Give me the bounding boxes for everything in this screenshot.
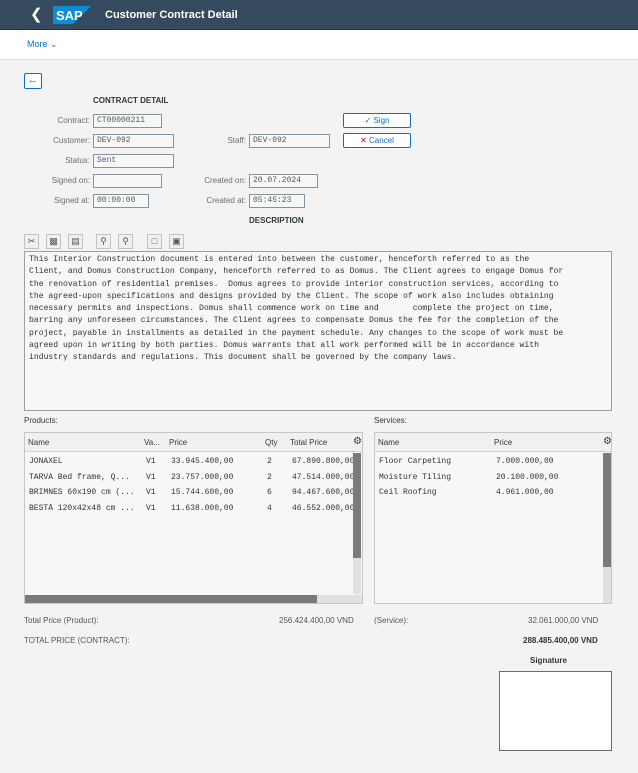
undo-icon[interactable]: □: [147, 234, 162, 249]
product-row-1-total: 47.514.000,00: [292, 473, 353, 482]
product-row-3-name: BESTÅ 120x42x48 cm ...: [29, 504, 135, 513]
col-variant[interactable]: Va...: [144, 438, 160, 447]
more-menu[interactable]: More ⌄: [27, 39, 58, 50]
total-service-value: 32.061.000,00 VND: [528, 616, 599, 625]
arrow-left-icon: ←: [27, 74, 39, 86]
product-row-2-price: 15.744.600,00: [171, 488, 234, 497]
cancel-button[interactable]: ✕ Cancel: [343, 133, 411, 148]
services-table-header: Name Price ⚙: [375, 433, 611, 452]
more-label: More: [27, 39, 48, 49]
description-textarea[interactable]: This Interior Construction document is e…: [24, 251, 612, 411]
product-row-2-total: 94.467.600,00: [292, 488, 353, 497]
svg-text:SAP: SAP: [56, 8, 83, 23]
staff-field[interactable]: DEV-092: [249, 134, 330, 148]
product-row-2-qty: 6: [267, 488, 272, 497]
customer-field[interactable]: DEV-092: [93, 134, 174, 148]
back-chevron-icon[interactable]: ❮: [30, 7, 43, 23]
services-table: Name Price ⚙ Floor Carpeting 7.000.000,0…: [374, 432, 612, 604]
paste-icon[interactable]: ▤: [68, 234, 83, 249]
product-row-1-name: TARVA Bed frame, Q...: [29, 473, 130, 482]
created-on-label: Created on:: [204, 176, 246, 185]
products-title: Products:: [24, 416, 58, 425]
created-at-field[interactable]: 05:45:23: [249, 194, 305, 208]
signed-at-label: Signed at:: [53, 196, 90, 205]
services-settings-gear-icon[interactable]: ⚙: [603, 436, 611, 447]
chevron-down-icon: ⌄: [50, 39, 58, 49]
signed-at-field[interactable]: 00:00:00: [93, 194, 149, 208]
products-table-header: Name Va... Price Qty Total Price ⚙: [25, 433, 362, 452]
redo-icon[interactable]: ▣: [169, 234, 184, 249]
product-row-3-price: 11.638.000,00: [171, 504, 234, 513]
services-title: Services:: [374, 416, 407, 425]
search-next-icon[interactable]: ⚲: [118, 234, 133, 249]
copy-icon[interactable]: ▩: [46, 234, 61, 249]
service-row-1-name: Moisture Tiling: [379, 473, 452, 482]
signature-label: Signature: [530, 656, 567, 665]
total-service-label: (Service):: [374, 616, 409, 625]
sub-header: More ⌄: [0, 30, 638, 60]
product-row-3-variant: V1: [146, 504, 156, 513]
sign-button-label: Sign: [373, 116, 390, 125]
sign-button[interactable]: ✓ Sign: [343, 113, 411, 128]
total-product-label: Total Price (Product):: [24, 616, 99, 625]
staff-label: Staff:: [227, 136, 246, 145]
col-qty[interactable]: Qty: [265, 438, 277, 447]
product-row-0-variant: V1: [146, 457, 156, 466]
shell-bar: ❮ SAP Customer Contract Detail: [0, 0, 638, 30]
product-row-3-qty: 4: [267, 504, 272, 513]
status-label: Status:: [65, 156, 90, 165]
products-vertical-scroll-thumb[interactable]: [353, 453, 361, 558]
col-service-name[interactable]: Name: [378, 438, 399, 447]
product-row-1-variant: V1: [146, 473, 156, 482]
service-row-1-price: 20.100.000,00: [496, 473, 559, 482]
col-service-price[interactable]: Price: [494, 438, 512, 447]
table-settings-gear-icon[interactable]: ⚙: [353, 436, 362, 447]
products-table: Name Va... Price Qty Total Price ⚙ JONAX…: [24, 432, 363, 604]
page-title: Customer Contract Detail: [105, 9, 238, 21]
customer-label: Customer:: [53, 136, 90, 145]
total-product-value: 256.424.400,00 VND: [279, 616, 354, 625]
col-total-price[interactable]: Total Price: [290, 438, 327, 447]
description-title: DESCRIPTION: [249, 216, 304, 225]
status-field[interactable]: Sent: [93, 154, 174, 168]
cancel-button-label: Cancel: [369, 136, 394, 145]
services-vertical-scrollbar[interactable]: [603, 453, 611, 603]
contract-field[interactable]: CT00000211: [93, 114, 162, 128]
products-vertical-scrollbar[interactable]: [353, 453, 361, 594]
contract-label: Contract:: [57, 116, 90, 125]
col-price[interactable]: Price: [169, 438, 187, 447]
check-icon: ✓: [364, 116, 372, 125]
created-at-label: Created at:: [206, 196, 246, 205]
service-row-0-name: Floor Carpeting: [379, 457, 452, 466]
search-icon[interactable]: ⚲: [96, 234, 111, 249]
service-row-2-name: Ceil Roofing: [379, 488, 437, 497]
product-row-0-price: 33.945.400,00: [171, 457, 234, 466]
products-horizontal-scrollbar[interactable]: [25, 595, 362, 603]
products-horizontal-scroll-thumb[interactable]: [25, 595, 317, 603]
service-row-0-price: 7.000.000,00: [496, 457, 554, 466]
product-row-0-name: JONAXEL: [29, 457, 63, 466]
section-title: CONTRACT DETAIL: [93, 96, 169, 105]
product-row-1-price: 23.757.000,00: [171, 473, 234, 482]
services-vertical-scroll-thumb[interactable]: [603, 453, 611, 567]
cut-icon[interactable]: ✂: [24, 234, 39, 249]
col-name[interactable]: Name: [28, 438, 49, 447]
nav-back-button[interactable]: ←: [24, 73, 42, 89]
signed-on-label: Signed on:: [51, 176, 90, 185]
product-row-1-qty: 2: [267, 473, 272, 482]
product-row-0-qty: 2: [267, 457, 272, 466]
created-on-field[interactable]: 20.07.2024: [249, 174, 318, 188]
product-row-2-variant: V1: [146, 488, 156, 497]
product-row-2-name: BRIMNES 60x190 cm (...: [29, 488, 135, 497]
product-row-3-total: 46.552.000,00: [292, 504, 353, 513]
signed-on-field[interactable]: [93, 174, 162, 188]
sap-logo: SAP: [53, 6, 91, 24]
product-row-0-total: 67.890.800,00: [292, 457, 353, 466]
service-row-2-price: 4.961.000,00: [496, 488, 554, 497]
total-contract-label: TOTAL PRICE (CONTRACT):: [24, 636, 130, 645]
total-contract-value: 288.485.400,00 VND: [523, 636, 598, 645]
signature-box[interactable]: [499, 671, 612, 751]
close-icon: ✕: [360, 136, 367, 145]
